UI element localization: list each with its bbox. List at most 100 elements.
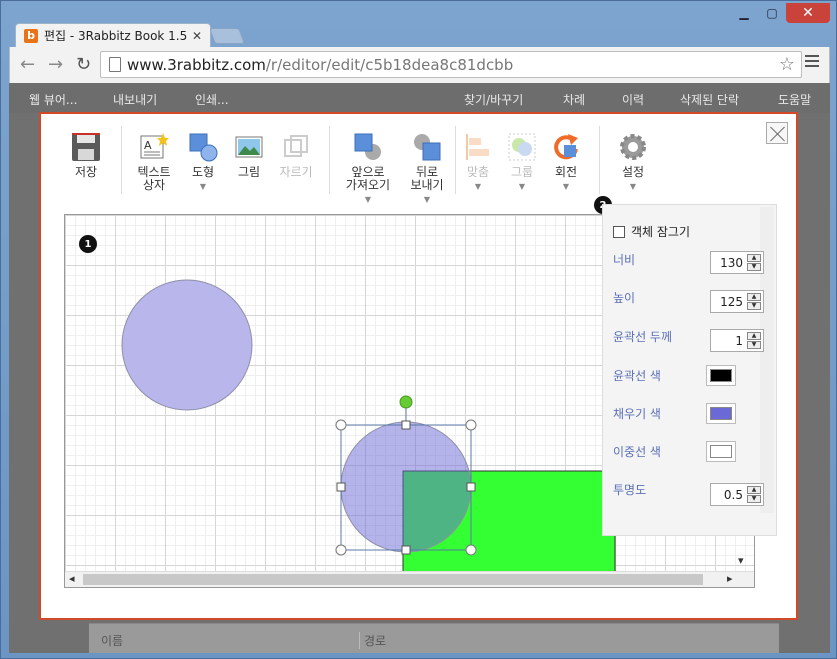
menu-find-replace[interactable]: 찾기/바꾸기 xyxy=(464,91,523,108)
save-icon xyxy=(71,132,101,162)
fill-color-swatch xyxy=(710,407,732,420)
settings-button[interactable]: 설정 ▼ xyxy=(615,132,651,193)
favicon-icon: b xyxy=(24,28,38,43)
window-close-button[interactable]: ✕ xyxy=(786,3,830,23)
star-icon[interactable]: ☆ xyxy=(779,54,795,75)
close-icon[interactable] xyxy=(766,122,788,144)
col-path: 경로 xyxy=(359,632,386,649)
double-line-color-label: 이중선 색 xyxy=(613,445,661,459)
col-name: 이름 xyxy=(101,634,124,648)
stroke-width-stepper[interactable]: ▲ ▼ xyxy=(747,332,761,349)
tab-close-icon[interactable]: ✕ xyxy=(192,29,202,43)
tab-title: 편집 - 3Rabbitz Book 1.5 xyxy=(44,29,188,43)
menu-toc[interactable]: 차례 xyxy=(563,91,585,108)
url-host: www.3rabbitz.com xyxy=(127,55,266,74)
crop-label: 자르기 xyxy=(279,165,313,179)
lock-label: 객체 잠그기 xyxy=(631,225,691,239)
corner-handle xyxy=(335,544,347,556)
width-stepper[interactable]: ▲ ▼ xyxy=(747,254,761,271)
height-input[interactable]: 125 ▲ ▼ xyxy=(710,290,764,313)
width-value: 130 xyxy=(720,256,743,270)
page-icon xyxy=(109,57,121,72)
scroll-left-icon[interactable]: ◂ xyxy=(69,572,75,585)
menu-print[interactable]: 인쇄... xyxy=(195,91,229,108)
scroll-down-icon[interactable]: ▾ xyxy=(738,554,744,567)
app-menu-bar: 웹 뷰어... 내보내기 인쇄... 찾기/바꾸기 차례 이력 삭제된 단락 도… xyxy=(9,83,830,113)
opacity-value: 0.5 xyxy=(723,488,743,502)
group-button[interactable]: 그룹 ▼ xyxy=(505,132,539,193)
image-button[interactable]: 그림 xyxy=(231,132,267,179)
shape-icon xyxy=(188,132,218,162)
menu-icon[interactable] xyxy=(805,55,819,70)
save-button[interactable]: 저장 xyxy=(68,132,104,179)
toolbar-separator xyxy=(599,126,600,194)
stroke-color-picker[interactable] xyxy=(706,365,736,386)
chevron-down-icon: ▼ xyxy=(518,182,526,191)
stroke-width-input[interactable]: 1 ▲ ▼ xyxy=(710,329,764,352)
width-input[interactable]: 130 ▲ ▼ xyxy=(710,251,764,274)
send-back-label-1: 뒤로 xyxy=(415,165,439,179)
back-icon[interactable]: ← xyxy=(20,54,35,75)
browser-toolbar: ← → ↻ www.3rabbitz.com/r/editor/edit/c5b… xyxy=(9,47,830,83)
align-icon xyxy=(463,132,493,162)
bring-front-button[interactable]: 앞으로 가져오기 ▼ xyxy=(341,132,395,206)
stroke-color-swatch xyxy=(710,369,732,382)
toolbar-separator xyxy=(121,126,122,194)
crop-button[interactable]: 자르기 xyxy=(277,132,315,179)
minimize-button[interactable]: ▁ xyxy=(730,3,758,23)
edge-handle xyxy=(466,482,476,492)
opacity-input[interactable]: 0.5 ▲ ▼ xyxy=(710,483,764,506)
bring-front-label-1: 앞으로 xyxy=(351,165,385,179)
stroke-color-label: 윤곽선 색 xyxy=(613,369,661,383)
stroke-width-value: 1 xyxy=(735,334,743,348)
send-back-button[interactable]: 뒤로 보내기 ▼ xyxy=(403,132,451,206)
chevron-down-icon: ▼ xyxy=(629,182,637,191)
height-stepper[interactable]: ▲ ▼ xyxy=(747,293,761,310)
background-table-header: 이름 경로 xyxy=(89,623,779,653)
crop-icon xyxy=(281,132,311,162)
shape-button[interactable]: 도형 ▼ xyxy=(185,132,221,193)
address-bar[interactable]: www.3rabbitz.com/r/editor/edit/c5b18dea8… xyxy=(100,51,802,78)
menu-deleted-paragraphs[interactable]: 삭제된 단락 xyxy=(680,91,739,108)
textbox-label-1: 텍스트 xyxy=(137,165,171,179)
window-controls: ▁ ▢ ✕ xyxy=(730,3,830,23)
opacity-label: 투명도 xyxy=(613,483,647,497)
url-path: /r/editor/edit/c5b18dea8c81dcbb xyxy=(265,55,514,74)
menu-export[interactable]: 내보내기 xyxy=(113,91,157,108)
menu-web-viewer[interactable]: 웹 뷰어... xyxy=(29,91,77,108)
height-label: 높이 xyxy=(613,291,636,305)
menu-help[interactable]: 도움말 xyxy=(778,91,811,108)
chevron-down-icon: ▼ xyxy=(199,182,207,191)
drawing-editor-dialog: 저장 A 텍스트 상자 도형 ▼ 그림 자르기 앞으로 가져오기 ▼ 뒤로 보내… xyxy=(39,112,798,620)
horizontal-scrollbar[interactable]: ◂ ▸ xyxy=(65,571,754,587)
reload-icon[interactable]: ↻ xyxy=(76,54,91,75)
textbox-button[interactable]: A 텍스트 상자 xyxy=(135,132,173,192)
corner-handle xyxy=(465,544,477,556)
rotate-button[interactable]: 회전 ▼ xyxy=(549,132,583,193)
edge-handle xyxy=(401,420,411,430)
image-label: 그림 xyxy=(237,165,261,179)
rotate-icon xyxy=(551,132,581,162)
double-line-color-picker[interactable] xyxy=(706,441,736,462)
rotate-label: 회전 xyxy=(554,165,578,179)
bring-front-icon xyxy=(353,132,383,162)
new-tab-button[interactable] xyxy=(209,28,245,44)
shape-label: 도형 xyxy=(191,165,215,179)
fill-color-picker[interactable] xyxy=(706,403,736,424)
checkbox-icon[interactable] xyxy=(613,226,625,238)
settings-label: 설정 xyxy=(621,165,645,179)
lock-object-checkbox[interactable]: 객체 잠그기 xyxy=(613,223,690,240)
menu-history[interactable]: 이력 xyxy=(622,91,644,108)
scroll-thumb[interactable] xyxy=(83,574,703,585)
settings-icon xyxy=(618,132,648,162)
browser-tab[interactable]: b 편집 - 3Rabbitz Book 1.5 ✕ xyxy=(15,23,211,47)
align-button[interactable]: 맞춤 ▼ xyxy=(461,132,495,193)
textbox-label-2: 상자 xyxy=(142,178,166,192)
chevron-down-icon: ▼ xyxy=(364,195,372,204)
forward-icon[interactable]: → xyxy=(48,54,63,75)
toolbar-separator xyxy=(329,126,330,194)
scroll-right-icon[interactable]: ▸ xyxy=(727,572,733,585)
bring-front-label-2: 가져오기 xyxy=(345,178,391,192)
opacity-stepper[interactable]: ▲ ▼ xyxy=(747,486,761,503)
maximize-button[interactable]: ▢ xyxy=(758,3,786,23)
